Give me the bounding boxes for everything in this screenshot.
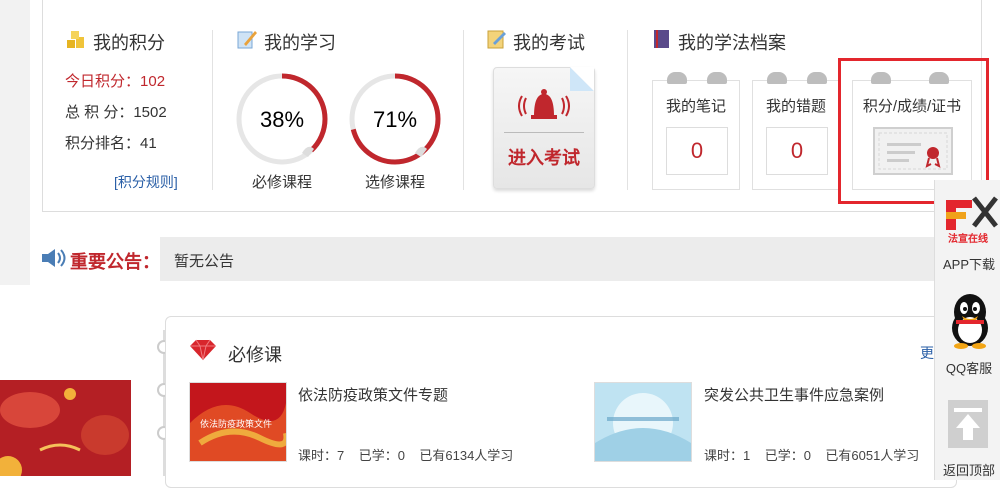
back-to-top-label: 返回顶部 bbox=[942, 463, 995, 478]
app-download-button[interactable]: 法宣在线 APP下载 bbox=[936, 182, 1000, 272]
course-thumbnail[interactable] bbox=[594, 382, 692, 462]
wrong-questions-count: 0 bbox=[766, 127, 828, 175]
notes-count: 0 bbox=[666, 127, 728, 175]
notes-label: 我的笔记 bbox=[665, 98, 726, 115]
pencil-book-icon bbox=[236, 28, 258, 55]
elective-percent: 71% bbox=[373, 107, 417, 132]
points-section-title: 我的积分 bbox=[65, 28, 165, 55]
qq-service-label: QQ客服 bbox=[945, 361, 993, 376]
study-section-title: 我的学习 bbox=[236, 28, 336, 55]
elective-course-label[interactable]: 选修课程 bbox=[340, 171, 450, 192]
course-meta: 课时：7 已学：0 已有6134人学习 bbox=[298, 448, 514, 463]
notice-text: 暂无公告 bbox=[174, 253, 235, 270]
clip-icon bbox=[807, 72, 827, 84]
wrong-questions-card[interactable]: 我的错题 0 bbox=[752, 72, 840, 190]
wrong-questions-label: 我的错题 bbox=[765, 98, 826, 115]
archive-section-title: 我的学法档案 bbox=[652, 28, 786, 55]
required-progress-ring[interactable]: 38% bbox=[236, 73, 328, 170]
left-gutter bbox=[0, 0, 30, 285]
diamond-icon bbox=[188, 338, 218, 367]
notepad-icon bbox=[485, 28, 507, 55]
course-title[interactable]: 突发公共卫生事件应急案例 bbox=[704, 384, 884, 405]
back-to-top-button[interactable]: 返回顶部 bbox=[936, 390, 1000, 478]
divider bbox=[627, 30, 628, 190]
app-logo-text: 法宣在线 bbox=[948, 234, 988, 245]
qq-penguin-icon bbox=[950, 292, 990, 355]
notes-card[interactable]: 我的笔记 0 bbox=[652, 72, 740, 190]
enter-exam-button[interactable]: 进入考试 bbox=[493, 67, 595, 189]
course-title[interactable]: 依法防疫政策文件专题 bbox=[298, 384, 448, 405]
divider bbox=[212, 30, 213, 190]
arrow-up-icon bbox=[948, 400, 988, 453]
more-link[interactable]: 更 bbox=[920, 343, 934, 363]
clip-icon bbox=[707, 72, 727, 84]
clip-icon bbox=[667, 72, 687, 84]
points-rank: 积分排名：41 bbox=[65, 135, 157, 152]
page-fold-icon bbox=[570, 67, 594, 91]
required-course-label[interactable]: 必修课程 bbox=[227, 171, 337, 192]
total-points: 总 积 分：1502 bbox=[65, 104, 167, 121]
speaker-icon bbox=[40, 247, 66, 274]
required-course-section-title: 必修课 bbox=[228, 345, 282, 365]
app-download-label: APP下载 bbox=[942, 257, 995, 272]
alarm-bell-icon bbox=[518, 86, 570, 131]
coins-icon bbox=[65, 28, 87, 55]
notice-box: 暂无公告 bbox=[160, 237, 940, 281]
today-points: 今日积分：102 bbox=[65, 73, 166, 90]
course-thumbnail-caption: 依法防疫政策文件 bbox=[200, 419, 273, 429]
course-thumbnail[interactable]: 依法防疫政策文件 bbox=[189, 382, 287, 462]
divider bbox=[463, 30, 464, 190]
festive-banner-image[interactable] bbox=[0, 380, 131, 476]
elective-progress-ring[interactable]: 71% bbox=[349, 73, 441, 170]
exam-section-title: 我的考试 bbox=[485, 28, 585, 55]
clip-icon bbox=[767, 72, 787, 84]
points-rules-link[interactable]: [积分规则] bbox=[114, 172, 178, 192]
qq-service-button[interactable]: QQ客服 bbox=[936, 286, 1000, 376]
book-icon bbox=[652, 28, 672, 55]
notice-label: 重要公告： bbox=[70, 252, 160, 272]
enter-exam-label[interactable]: 进入考试 bbox=[494, 144, 594, 170]
required-percent: 38% bbox=[260, 107, 304, 132]
course-meta: 课时：1 已学：0 已有6051人学习 bbox=[704, 448, 920, 463]
